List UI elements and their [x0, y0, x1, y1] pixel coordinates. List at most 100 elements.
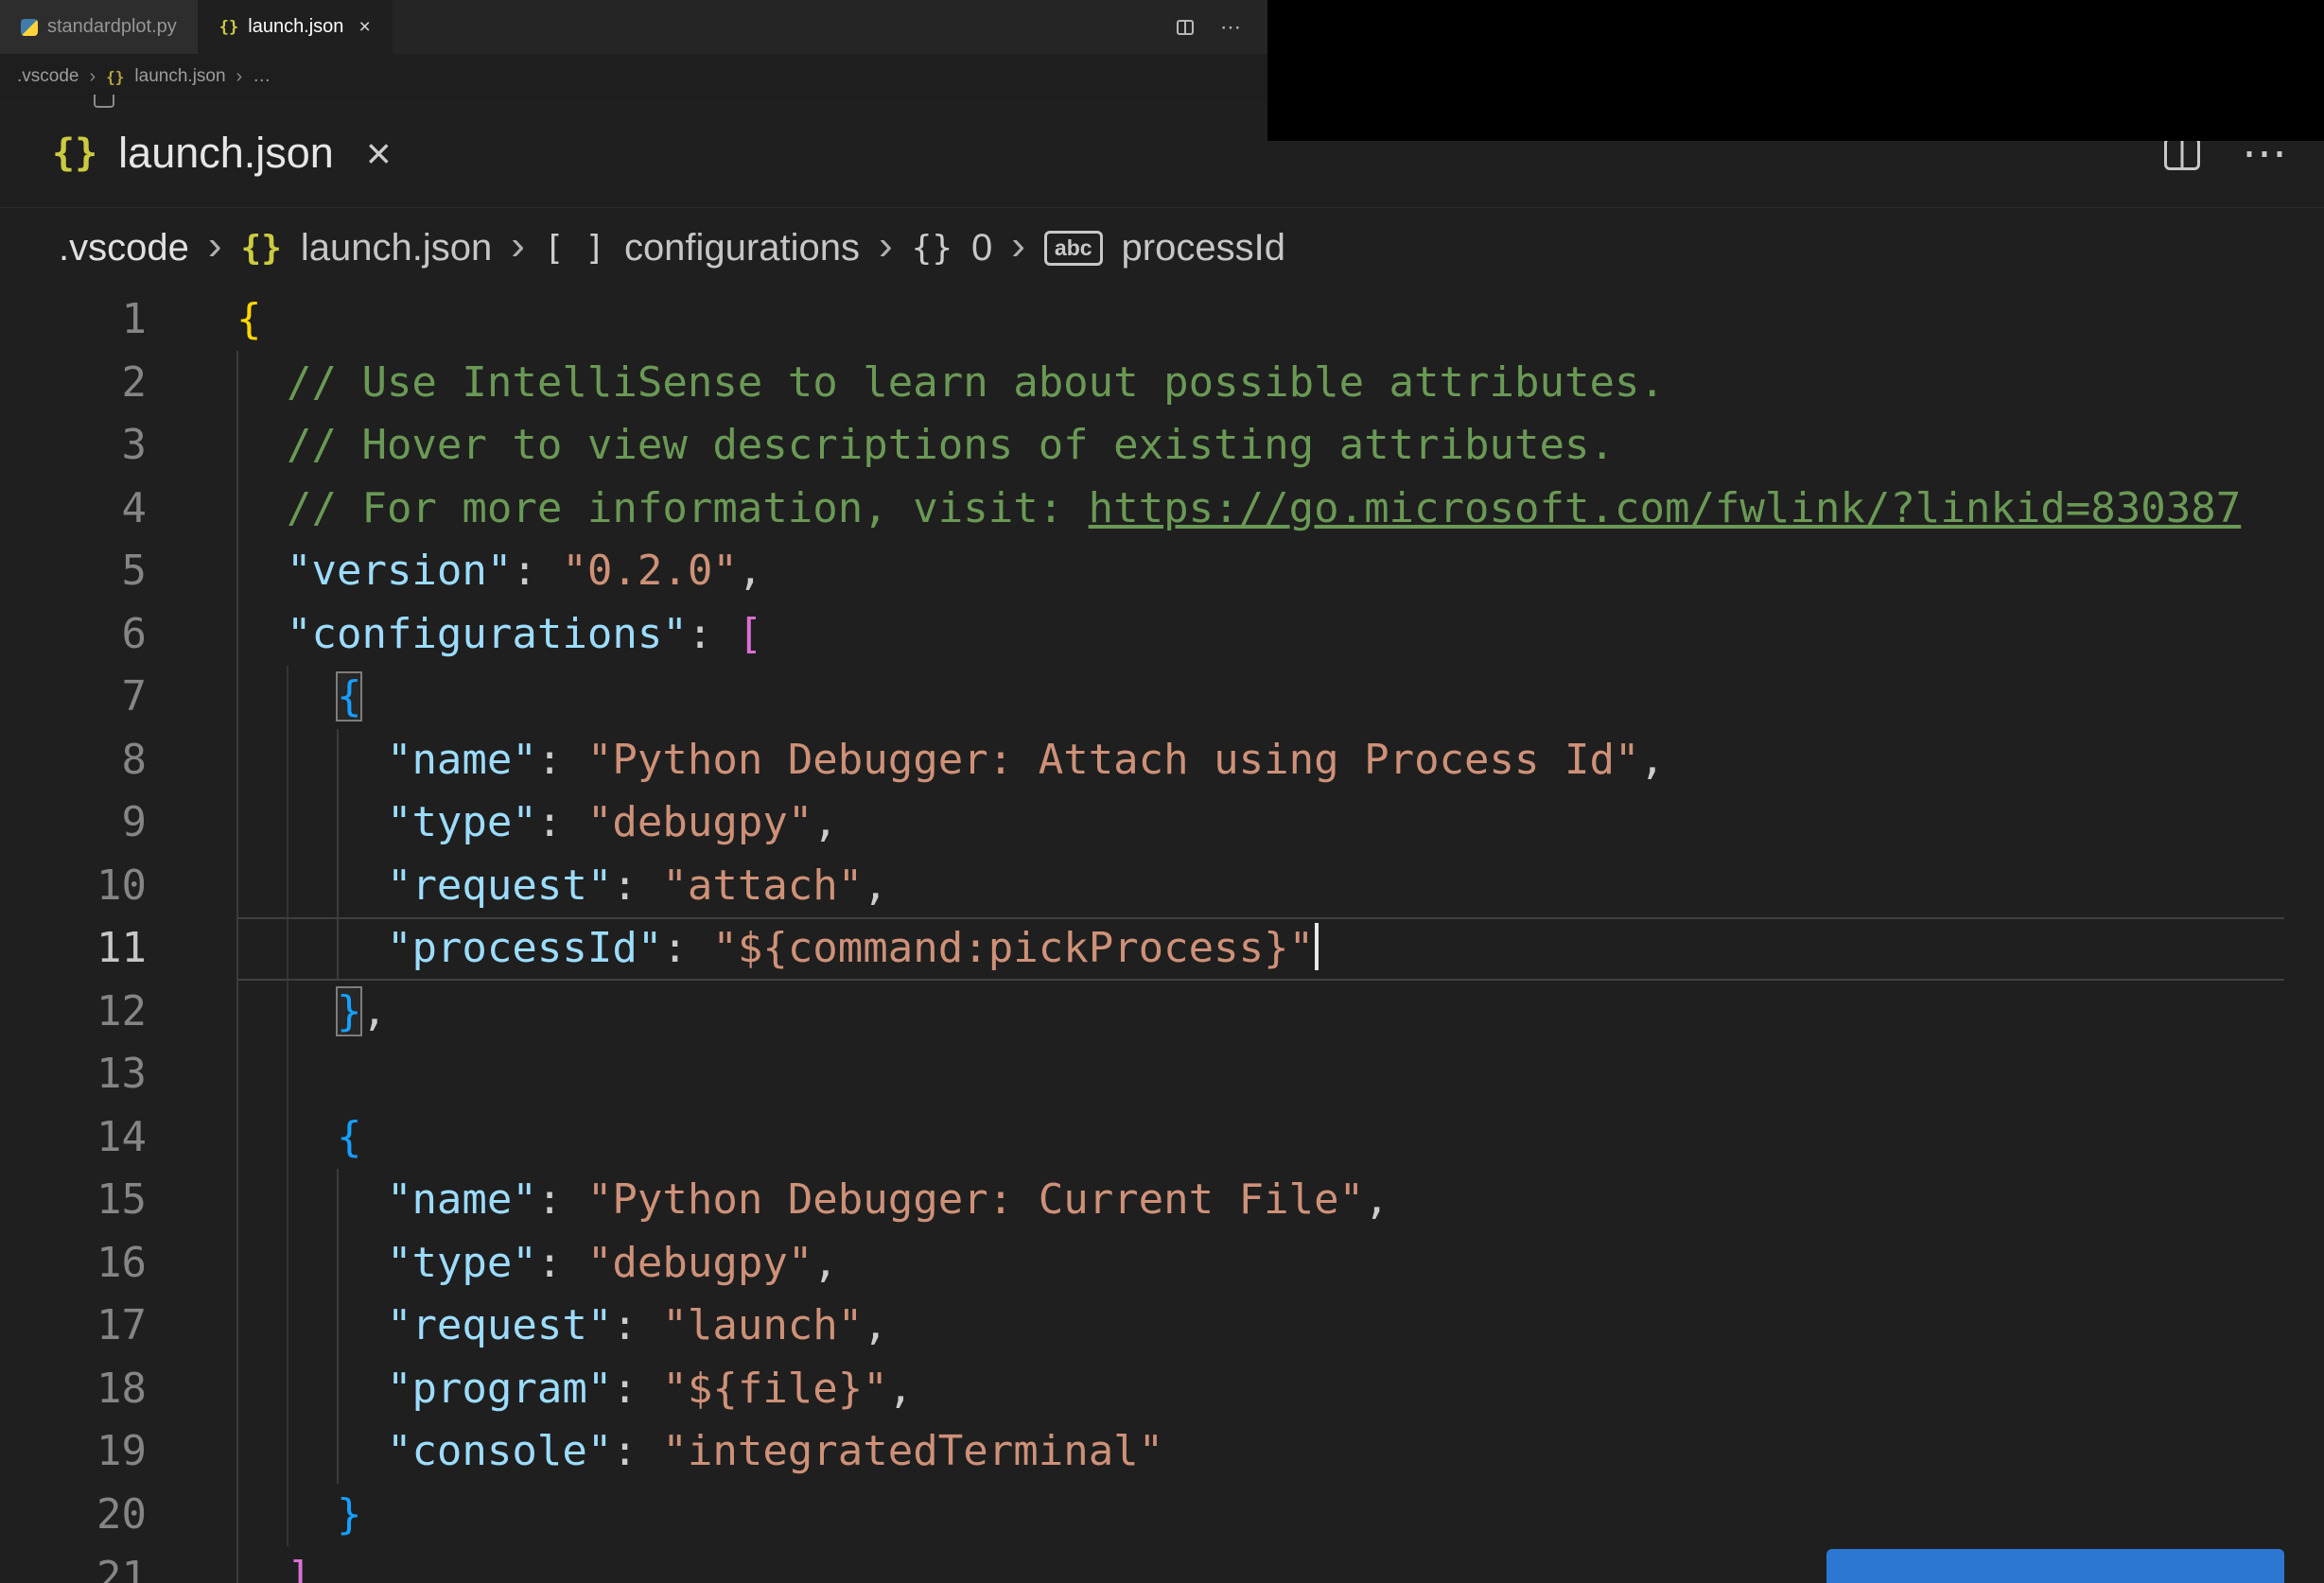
breadcrumb-item-processid[interactable]: processId: [1122, 227, 1285, 270]
code-token: {: [236, 295, 262, 343]
line-number[interactable]: 20: [0, 1484, 147, 1547]
line-content: "request": "launch",: [147, 1295, 888, 1358]
code-line-18[interactable]: 18 "program": "${file}",: [0, 1358, 2324, 1421]
breadcrumb-item-configurations[interactable]: configurations: [624, 227, 860, 270]
add-configuration-button[interactable]: [1826, 1549, 2284, 1583]
line-number[interactable]: 1: [0, 288, 148, 352]
code-line-10[interactable]: 10 "request": "attach",: [0, 855, 2324, 918]
code-line-20[interactable]: 20 }: [0, 1484, 2324, 1547]
breadcrumb-more[interactable]: …: [253, 66, 271, 87]
code-token: ,: [1364, 1175, 1389, 1224]
code-line-1[interactable]: 1{: [0, 288, 2324, 352]
code-token: "request": [386, 1301, 613, 1349]
line-number[interactable]: 18: [0, 1358, 147, 1421]
code-token: :: [687, 609, 738, 658]
code-line-15[interactable]: 15 "name": "Python Debugger: Current Fil…: [0, 1169, 2324, 1232]
code-token: "debugpy": [586, 798, 813, 846]
line-number[interactable]: 4: [0, 478, 148, 541]
code-token: "Python Debugger: Attach using Process I…: [586, 735, 1640, 784]
code-token: ,: [863, 861, 888, 910]
line-number[interactable]: 15: [0, 1169, 147, 1232]
line-number[interactable]: 10: [0, 855, 147, 918]
breadcrumb-item-launch-json[interactable]: launch.json: [134, 66, 225, 87]
code-token: "Python Debugger: Current File": [586, 1175, 1365, 1224]
line-number[interactable]: 19: [0, 1420, 147, 1484]
line-content: "request": "attach",: [147, 855, 888, 918]
breadcrumb-item-vscode[interactable]: .vscode: [17, 66, 79, 87]
line-content: "version": "0.2.0",: [147, 540, 762, 603]
array-icon: [ ]: [543, 229, 605, 268]
code-line-11[interactable]: 11 "processId": "${command:pickProcess}": [0, 917, 2324, 981]
code-token: "version": [286, 547, 513, 595]
line-content: "processId": "${command:pickProcess}": [147, 917, 1319, 981]
code-line-4[interactable]: 4 // For more information, visit: https:…: [0, 478, 2324, 541]
code-token: :: [536, 1238, 587, 1287]
python-icon: [21, 18, 38, 36]
breadcrumb-item-launch-json[interactable]: launch.json: [301, 227, 492, 270]
line-number[interactable]: 12: [0, 981, 147, 1044]
code-line-13[interactable]: 13: [0, 1043, 2324, 1106]
close-icon[interactable]: ×: [366, 128, 392, 179]
breadcrumb-item-vscode[interactable]: .vscode: [59, 227, 189, 270]
code-comment: // For more information, visit:: [286, 483, 1089, 532]
code-line-5[interactable]: 5 "version": "0.2.0",: [0, 540, 2324, 603]
line-content: }: [147, 1484, 362, 1547]
line-number[interactable]: 8: [0, 729, 148, 792]
code-line-8[interactable]: 8 "name": "Python Debugger: Attach using…: [0, 729, 2324, 792]
close-icon[interactable]: ×: [358, 16, 370, 39]
line-number[interactable]: 2: [0, 352, 148, 415]
tab-standardplot-py[interactable]: standardplot.py: [0, 0, 199, 54]
code-token: [: [737, 609, 763, 658]
code-line-19[interactable]: 19 "console": "integratedTerminal": [0, 1420, 2324, 1484]
code-line-14[interactable]: 14 {: [0, 1106, 2324, 1170]
code-line-2[interactable]: 2 // Use IntelliSense to learn about pos…: [0, 352, 2324, 415]
breadcrumb-item-0[interactable]: 0: [971, 227, 992, 270]
code-token: "attach": [662, 861, 864, 910]
code-line-7[interactable]: 7 {: [0, 666, 2324, 729]
code-editor[interactable]: 1{2 // Use IntelliSense to learn about p…: [0, 288, 2324, 1583]
line-content: "program": "${file}",: [147, 1358, 913, 1421]
line-number[interactable]: 13: [0, 1043, 147, 1106]
line-number[interactable]: 7: [0, 666, 148, 729]
split-editor-icon[interactable]: [2164, 136, 2200, 170]
code-line-17[interactable]: 17 "request": "launch",: [0, 1295, 2324, 1358]
line-content: [147, 1043, 236, 1106]
code-token: {: [336, 1112, 362, 1161]
line-number[interactable]: 17: [0, 1295, 147, 1358]
line-content: "name": "Python Debugger: Attach using P…: [147, 729, 1665, 792]
tab-launch-json[interactable]: {} launch.json ×: [198, 0, 393, 54]
code-line-16[interactable]: 16 "type": "debugpy",: [0, 1232, 2324, 1296]
code-comment: // Use IntelliSense to learn about possi…: [286, 357, 1665, 407]
code-line-9[interactable]: 9 "type": "debugpy",: [0, 792, 2324, 855]
line-number[interactable]: 16: [0, 1232, 147, 1296]
chevron-right-icon: ›: [207, 221, 222, 269]
chevron-right-icon: ›: [511, 221, 525, 269]
code-line-3[interactable]: 3 // Hover to view descriptions of exist…: [0, 414, 2324, 478]
line-number[interactable]: 14: [0, 1106, 147, 1170]
line-number[interactable]: 3: [0, 414, 148, 478]
split-editor-icon[interactable]: [1177, 19, 1194, 35]
line-number[interactable]: 9: [0, 792, 148, 855]
code-line-12[interactable]: 12 },: [0, 981, 2324, 1044]
line-number[interactable]: 6: [0, 603, 148, 667]
line-number[interactable]: 11: [0, 917, 147, 981]
code-token: "integratedTerminal": [662, 1427, 1164, 1475]
line-number[interactable]: 21: [0, 1546, 147, 1583]
line-content: },: [147, 981, 387, 1044]
code-line-6[interactable]: 6 "configurations": [: [0, 603, 2324, 667]
line-number[interactable]: 5: [0, 540, 148, 603]
code-token: ,: [863, 1301, 888, 1349]
tab-label: launch.json: [118, 129, 334, 177]
more-actions-icon[interactable]: ⋯: [1220, 15, 1241, 40]
string-type-icon: abc: [1043, 231, 1103, 266]
tab-launch-json-large[interactable]: {} launch.json ×: [0, 99, 420, 207]
